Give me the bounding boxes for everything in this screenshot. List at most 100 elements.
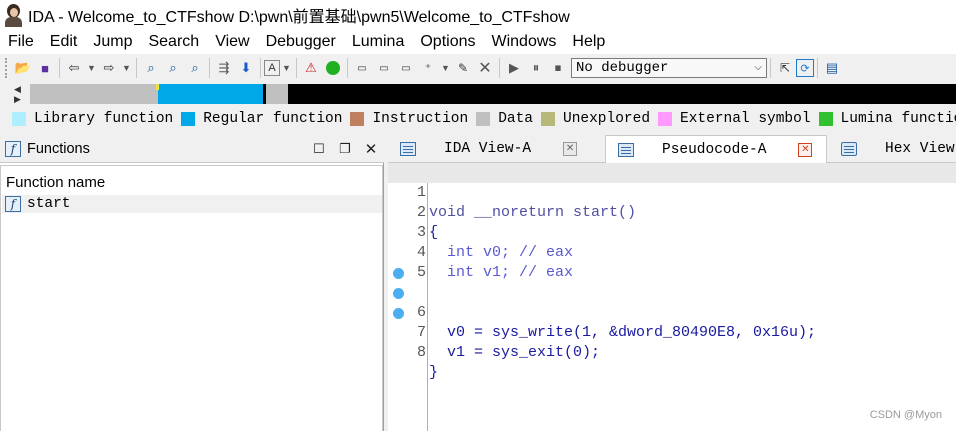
legend-item: External symbol [658, 111, 811, 127]
legend-swatch [476, 112, 491, 126]
back-dropdown-icon[interactable]: ▼ [85, 57, 98, 79]
refresh-icon[interactable]: ⟳ [796, 59, 814, 77]
title-bar: IDA - Welcome_to_CTFshow D:\pwn\前置基础\pwn… [0, 0, 956, 30]
attach-icon[interactable]: ⇱ [774, 57, 796, 79]
legend-item: Lumina function [818, 111, 956, 127]
close-icon[interactable]: ✕ [563, 142, 578, 156]
string-icon[interactable]: ▭ [395, 57, 417, 79]
legend: Library function Regular function Instru… [0, 108, 956, 130]
menu-help[interactable]: Help [564, 33, 613, 51]
legend-swatch [350, 112, 365, 126]
breakpoint-dot[interactable] [393, 268, 404, 279]
menu-jump[interactable]: Jump [85, 33, 140, 51]
pseudocode-icon [618, 143, 634, 157]
legend-swatch [818, 112, 833, 126]
menu-lumina[interactable]: Lumina [344, 33, 412, 51]
code-line[interactable]: 6 v0 = sys_write(1, &dword_80490E8, 0x16… [388, 263, 956, 341]
menu-edit[interactable]: Edit [42, 33, 86, 51]
app-icon [2, 3, 24, 27]
pseudocode-view[interactable]: 1 void __noreturn start() 2 { 3 int v0; … [388, 163, 956, 431]
menu-windows[interactable]: Windows [483, 33, 564, 51]
pause-icon[interactable]: ⏸ [525, 57, 547, 79]
navigation-band: ◀ ▶ [0, 82, 956, 106]
menu-bar: File Edit Jump Search View Debugger Lumi… [0, 30, 956, 54]
text-mode-dropdown-icon[interactable]: ▼ [280, 57, 293, 79]
stop-icon[interactable]: ⏹ [547, 57, 569, 79]
functions-panel: f Functions ☐ ❐ ✕ Function name f start [0, 135, 384, 431]
nav-segment-data [30, 84, 158, 104]
watermark: CSDN @Myon⁠ [869, 409, 942, 421]
legend-swatch [181, 112, 196, 126]
struct-dropdown-icon[interactable]: ▼ [439, 57, 452, 79]
search-text-icon[interactable]: ⌕ [140, 57, 162, 79]
notes-icon[interactable]: ▤ [821, 57, 843, 79]
nav-cursor [156, 84, 159, 90]
save-icon[interactable]: ■ [34, 57, 56, 79]
undefine-icon[interactable]: ✕ [474, 57, 496, 79]
code-line[interactable]: 3 int v0; // eax [388, 203, 956, 261]
functions-panel-title: Functions [27, 140, 90, 157]
data-icon[interactable]: ▭ [373, 57, 395, 79]
warning-icon[interactable]: ⚠ [300, 57, 322, 79]
close-icon[interactable]: ✕ [798, 143, 813, 157]
function-row-name: start [27, 196, 71, 212]
struct-icon[interactable]: ⁺ [417, 57, 439, 79]
edit-icon[interactable]: ✎ [452, 57, 474, 79]
menu-view[interactable]: View [207, 33, 257, 51]
back-arrow-icon[interactable]: ⇦ [63, 57, 85, 79]
tab-pseudocode-a[interactable]: Pseudocode-A ✕ [605, 135, 827, 164]
restore-icon[interactable]: ❐ [332, 141, 358, 157]
legend-item: Regular function [181, 111, 342, 127]
view-tabs: IDA View-A ✕ Pseudocode-A ✕ Hex View [388, 135, 956, 164]
tab-label: IDA View-A [444, 141, 532, 157]
search-binary-icon[interactable]: ⌕ [162, 57, 184, 79]
menu-options[interactable]: Options [412, 33, 483, 51]
function-name-column-header[interactable]: Function name [6, 174, 105, 191]
navigation-bar[interactable] [30, 84, 956, 104]
breakpoint-dot[interactable] [393, 308, 404, 319]
breakpoint-dot[interactable] [393, 288, 404, 299]
window-title: IDA - Welcome_to_CTFshow D:\pwn\前置基础\pwn… [28, 9, 570, 26]
toolbar-grip[interactable] [5, 58, 9, 78]
debugger-select-value: No debugger [576, 60, 669, 76]
legend-item: Data [476, 111, 533, 127]
line-number: 8 [416, 344, 426, 361]
hex-view-icon [841, 142, 857, 156]
toolbar: 📂 ■ ⇦ ▼ ⇨ ▼ ⌕ ⌕ ⌕ ⇶ ⬇ A ▼ ⚠ ▭ ▭ ▭ ⁺ ▼ ✎ … [0, 54, 956, 82]
legend-item: Instruction [350, 111, 468, 127]
code-line[interactable]: 8 } [388, 303, 956, 381]
open-folder-icon[interactable]: 📂 [12, 57, 34, 79]
run-green-icon[interactable] [322, 57, 344, 79]
code-line[interactable]: 4 int v1; // eax [388, 223, 956, 281]
legend-swatch [658, 112, 673, 126]
forward-dropdown-icon[interactable]: ▼ [120, 57, 133, 79]
function-row[interactable]: f start [2, 195, 382, 213]
menu-file[interactable]: File [0, 33, 42, 51]
code-icon[interactable]: ▭ [351, 57, 373, 79]
play-icon[interactable]: ▶ [503, 57, 525, 79]
tab-hex-view[interactable]: Hex View [829, 135, 956, 163]
menu-search[interactable]: Search [140, 33, 207, 51]
search-next-icon[interactable]: ⇶ [213, 57, 235, 79]
forward-arrow-icon[interactable]: ⇨ [98, 57, 120, 79]
jump-down-icon[interactable]: ⬇ [235, 57, 257, 79]
nav-scroll-arrows[interactable]: ◀ ▶ [14, 84, 24, 104]
search-immediate-icon[interactable]: ⌕ [184, 57, 206, 79]
code-line[interactable]: 1 void __noreturn start() [388, 163, 956, 221]
code-line[interactable]: 2 { [388, 183, 956, 241]
close-icon[interactable]: ✕ [358, 140, 384, 158]
code-text: } [429, 364, 439, 381]
code-line[interactable]: 5 [388, 243, 956, 281]
maximize-icon[interactable]: ☐ [306, 141, 332, 157]
tab-ida-view-a[interactable]: IDA View-A ✕ [388, 135, 603, 163]
chevron-down-icon: ⌵ [754, 63, 762, 74]
code-line[interactable]: 7 v1 = sys_exit(0); [388, 283, 956, 361]
legend-item: Library function [12, 111, 173, 127]
menu-debugger[interactable]: Debugger [258, 33, 344, 51]
function-icon: f [5, 196, 21, 212]
code-text: v0 = sys_write(1, &dword_80490E8, 0x16u)… [429, 324, 817, 341]
debugger-select[interactable]: No debugger ⌵ [571, 58, 767, 78]
legend-item: Unexplored [541, 111, 650, 127]
tab-label: Hex View [885, 141, 955, 157]
text-mode-icon[interactable]: A [264, 60, 280, 76]
